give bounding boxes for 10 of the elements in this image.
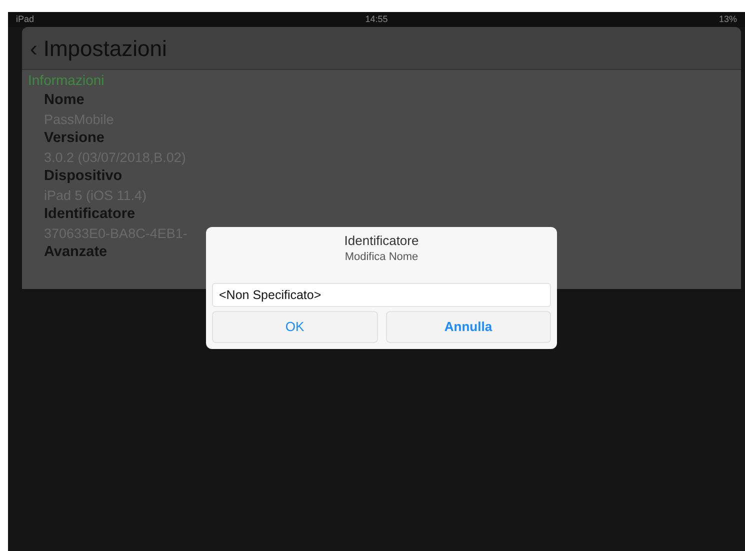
section-header: Informazioni: [27, 71, 106, 90]
status-carrier: iPad: [16, 12, 34, 26]
dialog-title: Identificatore: [343, 233, 420, 249]
status-time: 14:55: [365, 12, 388, 26]
battery-percent: 13%: [718, 12, 737, 26]
dialog-button[interactable]: OK: [212, 311, 378, 343]
dialog-message: Modifica Nome: [344, 250, 420, 265]
dialog-button[interactable]: Annulla: [386, 311, 551, 343]
back-icon[interactable]: ‹: [30, 32, 38, 64]
text-field[interactable]: <Non Specificato>: [212, 282, 551, 308]
